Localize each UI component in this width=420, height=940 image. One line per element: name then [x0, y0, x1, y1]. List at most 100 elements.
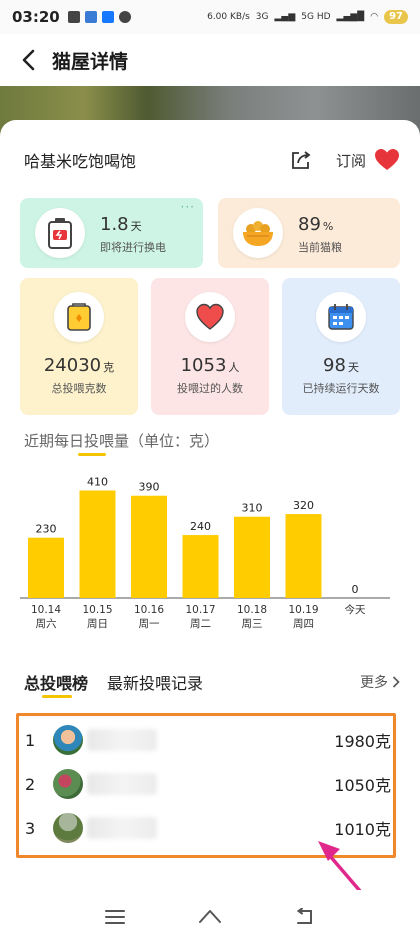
ranking-row[interactable]: 1 1980克 — [19, 720, 393, 760]
chart-title: 近期每日投喂量（单位：克） — [24, 432, 220, 450]
x-tick-weekday: 周六 — [36, 618, 57, 630]
subscribe-button[interactable] — [374, 147, 400, 173]
total-grams-unit: 克 — [103, 361, 115, 374]
heart-icon — [196, 303, 224, 330]
ranking-tabs: 总投喂榜 最新投喂记录 更多 — [0, 670, 420, 700]
running-days-icon-wrap — [316, 292, 366, 342]
food-percent-value: 89% — [298, 214, 333, 235]
calendar-icon — [328, 304, 354, 330]
x-tick-weekday: 周二 — [190, 618, 211, 630]
blurred-username — [87, 773, 157, 795]
food-tile-icon-wrap — [233, 208, 283, 258]
food-bowl-icon — [243, 221, 273, 246]
rank-number: 3 — [25, 818, 36, 838]
feeders-count-tile: 1053 人 投喂过的人数 — [151, 278, 269, 415]
tab-latest-records[interactable]: 最新投喂记录 — [107, 670, 203, 694]
chart-bar — [285, 514, 322, 598]
return-icon — [296, 908, 312, 924]
more-dots-icon[interactable]: ··· — [181, 200, 195, 214]
chart-bar — [182, 535, 219, 598]
x-tick-date: 10.18 — [237, 604, 267, 616]
share-icon — [292, 151, 311, 169]
total-grams-icon-wrap — [54, 292, 104, 342]
signal-3g: 3G — [255, 12, 269, 22]
food-percent-number: 89 — [298, 214, 321, 235]
system-nav-bar — [0, 890, 420, 940]
food-bag-icon — [67, 303, 91, 331]
avatar — [53, 725, 83, 755]
food-label: 当前猫粮 — [298, 241, 342, 254]
bar-value-label: 320 — [293, 499, 314, 512]
battery-icon — [48, 218, 72, 249]
battery-days-label: 即将进行换电 — [100, 241, 166, 254]
total-grams-value: 24030 克 — [20, 355, 138, 376]
feeders-count-label: 投喂过的人数 — [177, 382, 243, 395]
x-tick-date: 10.17 — [185, 604, 215, 616]
chat-icon — [118, 11, 131, 23]
ranking-row[interactable]: 2 1050克 — [19, 764, 393, 804]
status-time: 03:20 — [12, 8, 60, 26]
active-tab-indicator — [42, 695, 72, 698]
status-bar: 03:20 6.00 KB/s 3G ▂▄▆ 5G HD ▂▄▆█ ◠ 97 — [0, 0, 420, 34]
more-link[interactable]: 更多 — [360, 672, 400, 692]
avatar — [53, 769, 83, 799]
chevron-right-icon — [392, 676, 400, 688]
x-tick-date: 10.16 — [134, 604, 164, 616]
x-tick-weekday: 周一 — [139, 618, 160, 630]
running-days-tile: 98 天 已持续运行天数 — [282, 278, 400, 415]
bar-value-label: 410 — [87, 475, 108, 488]
total-grams-label: 总投喂克数 — [51, 382, 107, 395]
blurred-username — [87, 729, 157, 751]
chart-bar — [131, 495, 167, 598]
detail-card: 哈基米吃饱喝饱 订阅 ··· 1.8 天 即将进行换电 89 % 当前猫粮 24… — [0, 120, 420, 860]
feeders-count-icon-wrap — [185, 292, 235, 342]
running-days-unit: 天 — [347, 361, 359, 374]
blurred-username — [87, 817, 157, 839]
house-name: 哈基米吃饱喝饱 — [24, 152, 137, 171]
food-tile[interactable]: 89% 当前猫粮 — [218, 198, 400, 268]
heart-icon — [375, 149, 399, 170]
wifi-icon: ◠ — [370, 12, 379, 22]
battery-icon: 97 — [384, 10, 408, 24]
battery-days-value: 1.8 天 — [100, 214, 142, 235]
rank-number: 2 — [25, 774, 36, 794]
file-icon — [67, 11, 80, 23]
daily-feed-chart: 230 10.14 周六 410 10.15 周日 390 10.16 周一 240 10.17 周二… — [20, 475, 390, 630]
running-days-value: 98 天 — [282, 355, 400, 376]
battery-tile-icon-wrap — [35, 208, 85, 258]
total-grams-tile: 24030 克 总投喂克数 — [20, 278, 138, 415]
subscribe-label[interactable]: 订阅 — [336, 150, 366, 171]
signal-5g: 5G HD — [301, 12, 331, 22]
nav-home-button[interactable] — [195, 902, 225, 932]
page-title: 猫屋详情 — [52, 50, 129, 73]
chart-bar — [79, 490, 116, 598]
food-percent-unit: % — [322, 220, 334, 233]
x-tick-date: 10.14 — [31, 604, 61, 616]
more-link-label: 更多 — [360, 675, 388, 691]
total-grams-number: 24030 — [43, 355, 102, 376]
tab-total-ranking[interactable]: 总投喂榜 — [24, 670, 88, 694]
nav-menu-button[interactable] — [100, 902, 130, 932]
status-right: 6.00 KB/s 3G ▂▄▆ 5G HD ▂▄▆█ ◠ 97 — [207, 10, 408, 24]
x-tick-weekday: 今天 — [345, 603, 366, 616]
nav-back-button[interactable] — [290, 902, 320, 932]
chart-bar — [234, 516, 270, 598]
battery-tile[interactable]: ··· 1.8 天 即将进行换电 — [20, 198, 203, 268]
net-speed: 6.00 KB/s — [207, 12, 250, 22]
x-tick-date: 10.19 — [288, 604, 318, 616]
x-tick-weekday: 周三 — [242, 618, 263, 630]
menu-icon — [105, 910, 125, 924]
feeders-count-value: 1053 人 — [151, 355, 269, 376]
x-tick-weekday: 周四 — [293, 618, 314, 630]
app-notification-icon — [84, 11, 97, 23]
bar-value-label: 230 — [36, 523, 57, 536]
bar-value-label: 310 — [242, 502, 263, 515]
share-button[interactable] — [288, 147, 314, 173]
x-tick-date: 10.15 — [82, 604, 112, 616]
back-button[interactable] — [8, 40, 48, 80]
x-tick-weekday: 周日 — [87, 618, 108, 630]
house-name-row: 哈基米吃饱喝饱 订阅 — [24, 146, 400, 174]
feeders-count-unit: 人 — [228, 361, 240, 374]
signal-bars-icon: ▂▄▆ — [274, 12, 296, 22]
running-days-label: 已持续运行天数 — [302, 382, 380, 395]
